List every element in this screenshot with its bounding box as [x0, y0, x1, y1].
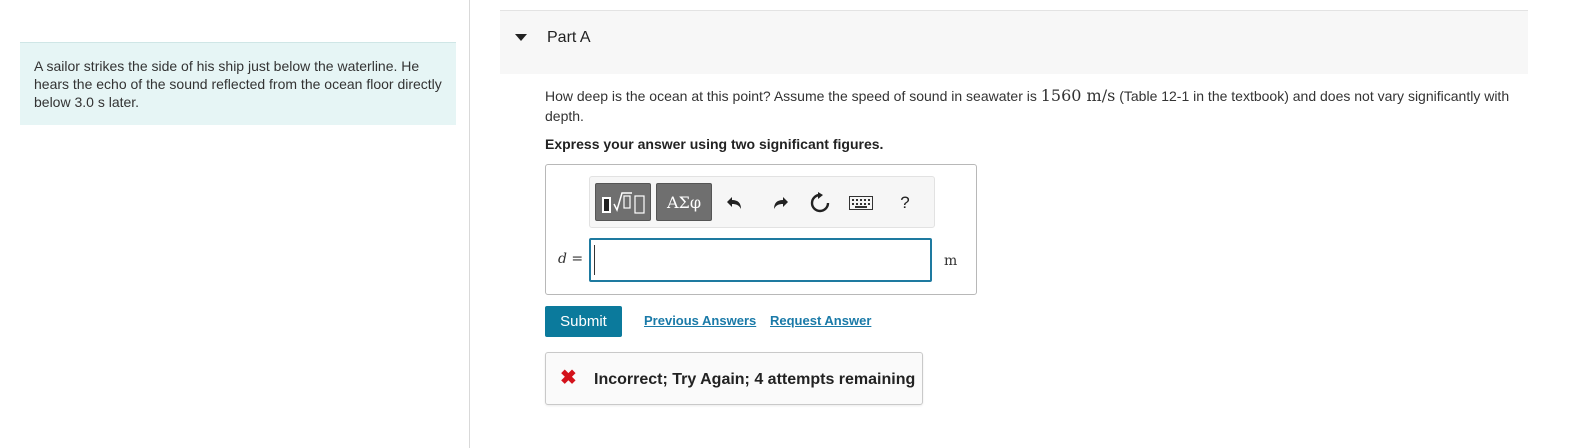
keyboard-icon[interactable] [849, 191, 873, 215]
feedback-text: Incorrect; Try Again; 4 attempts remaini… [594, 371, 916, 388]
reset-icon[interactable] [808, 191, 832, 215]
submit-button[interactable]: Submit [545, 306, 622, 337]
problem-statement: A sailor strikes the side of his ship ju… [20, 42, 456, 125]
equals-sign: = [566, 251, 584, 267]
previous-answers-link[interactable]: Previous Answers [644, 313, 756, 328]
incorrect-x-icon: ✖ [560, 367, 577, 389]
part-title: Part A [547, 29, 591, 46]
symbols-button[interactable]: ΑΣφ [656, 183, 712, 221]
templates-icon [602, 192, 645, 214]
help-button[interactable]: ? [893, 191, 917, 215]
math-toolbar: ΑΣφ ? [589, 176, 935, 228]
request-answer-link[interactable]: Request Answer [770, 313, 871, 328]
speed-value: 1560 m/s [1040, 86, 1116, 105]
caret-down-icon[interactable] [515, 34, 527, 41]
text-cursor [594, 245, 595, 275]
question-before: How deep is the ocean at this point? Ass… [545, 88, 1041, 104]
redo-icon[interactable] [768, 191, 792, 215]
templates-button[interactable] [595, 183, 651, 221]
problem-text: A sailor strikes the side of his ship ju… [34, 58, 442, 110]
undo-icon[interactable] [723, 191, 747, 215]
problem-panel: A sailor strikes the side of his ship ju… [0, 0, 470, 448]
instruction: Express your answer using two significan… [545, 136, 884, 152]
feedback-box: ✖ Incorrect; Try Again; 4 attempts remai… [545, 352, 923, 405]
answer-box: ΑΣφ ? d = m [545, 164, 977, 295]
question-text: How deep is the ocean at this point? Ass… [545, 86, 1520, 126]
variable-label: d = [558, 251, 583, 267]
variable-name: d [558, 251, 567, 267]
answer-input[interactable] [589, 238, 932, 282]
unit-label: m [944, 253, 958, 269]
part-header[interactable]: Part A [500, 10, 1528, 74]
